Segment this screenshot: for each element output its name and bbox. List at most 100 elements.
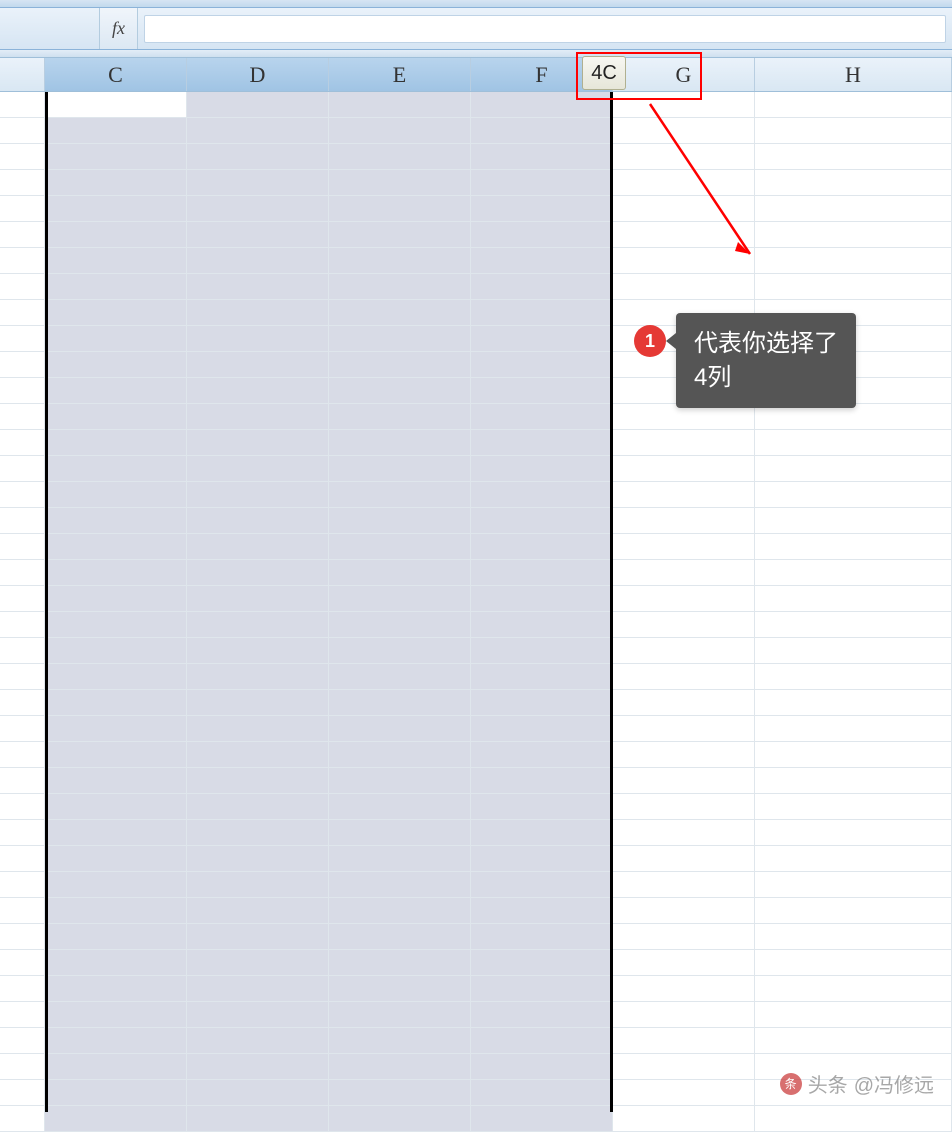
cell[interactable]: [329, 924, 471, 950]
cell[interactable]: [613, 950, 755, 976]
cell[interactable]: [0, 222, 45, 248]
cell[interactable]: [0, 430, 45, 456]
cell[interactable]: [187, 1054, 329, 1080]
cell[interactable]: [471, 92, 613, 118]
cell[interactable]: [187, 1080, 329, 1106]
cell[interactable]: [187, 404, 329, 430]
cell[interactable]: [0, 118, 45, 144]
cell[interactable]: [0, 1106, 45, 1132]
cell[interactable]: [471, 118, 613, 144]
cell[interactable]: [0, 534, 45, 560]
cell[interactable]: [45, 170, 187, 196]
cell[interactable]: [0, 846, 45, 872]
cell[interactable]: [0, 248, 45, 274]
cell[interactable]: [187, 794, 329, 820]
cell[interactable]: [613, 430, 755, 456]
cell[interactable]: [329, 638, 471, 664]
cell[interactable]: [0, 1028, 45, 1054]
cell[interactable]: [45, 924, 187, 950]
cell[interactable]: [471, 404, 613, 430]
cell[interactable]: [329, 1028, 471, 1054]
cell[interactable]: [187, 820, 329, 846]
cell[interactable]: [471, 300, 613, 326]
cell[interactable]: [0, 378, 45, 404]
cell[interactable]: [471, 456, 613, 482]
cell[interactable]: [0, 794, 45, 820]
cell[interactable]: [613, 456, 755, 482]
cell[interactable]: [755, 508, 952, 534]
cell[interactable]: [0, 456, 45, 482]
cell[interactable]: [613, 612, 755, 638]
cell[interactable]: [45, 118, 187, 144]
cell[interactable]: [471, 248, 613, 274]
cell[interactable]: [329, 274, 471, 300]
cell[interactable]: [471, 872, 613, 898]
cell[interactable]: [187, 924, 329, 950]
column-header-E[interactable]: E: [329, 58, 471, 91]
cell[interactable]: [187, 1002, 329, 1028]
cell[interactable]: [45, 1002, 187, 1028]
formula-input[interactable]: [144, 15, 946, 43]
cell[interactable]: [755, 560, 952, 586]
cell[interactable]: [329, 872, 471, 898]
cell[interactable]: [0, 170, 45, 196]
cell[interactable]: [471, 144, 613, 170]
cell[interactable]: [471, 352, 613, 378]
cell[interactable]: [187, 326, 329, 352]
cell[interactable]: [471, 664, 613, 690]
cell[interactable]: [755, 456, 952, 482]
cell[interactable]: [613, 664, 755, 690]
cell[interactable]: [329, 898, 471, 924]
cell[interactable]: [0, 664, 45, 690]
cell[interactable]: [471, 378, 613, 404]
cell[interactable]: [187, 846, 329, 872]
cell[interactable]: [613, 560, 755, 586]
cell[interactable]: [755, 274, 952, 300]
cell[interactable]: [187, 144, 329, 170]
cell[interactable]: [45, 794, 187, 820]
cell[interactable]: [45, 976, 187, 1002]
cell[interactable]: [755, 820, 952, 846]
cell[interactable]: [0, 950, 45, 976]
cell[interactable]: [0, 560, 45, 586]
cell[interactable]: [45, 664, 187, 690]
cell[interactable]: [45, 846, 187, 872]
cell[interactable]: [0, 352, 45, 378]
cell[interactable]: [45, 872, 187, 898]
cell[interactable]: [187, 352, 329, 378]
cell[interactable]: [329, 768, 471, 794]
cell[interactable]: [471, 170, 613, 196]
cell[interactable]: [187, 482, 329, 508]
cell[interactable]: [0, 690, 45, 716]
cell[interactable]: [0, 612, 45, 638]
cell[interactable]: [0, 872, 45, 898]
cell[interactable]: [613, 742, 755, 768]
cell[interactable]: [613, 248, 755, 274]
cell[interactable]: [45, 560, 187, 586]
cell[interactable]: [755, 430, 952, 456]
cell[interactable]: [45, 196, 187, 222]
cell[interactable]: [755, 170, 952, 196]
cell[interactable]: [45, 144, 187, 170]
cell[interactable]: [613, 976, 755, 1002]
cell[interactable]: [471, 976, 613, 1002]
cell[interactable]: [613, 1080, 755, 1106]
cell[interactable]: [329, 352, 471, 378]
cell[interactable]: [187, 716, 329, 742]
cell[interactable]: [329, 950, 471, 976]
cell[interactable]: [613, 274, 755, 300]
cell[interactable]: [329, 690, 471, 716]
cell[interactable]: [613, 846, 755, 872]
cell[interactable]: [187, 1106, 329, 1132]
cell[interactable]: [187, 92, 329, 118]
cell[interactable]: [45, 274, 187, 300]
cell[interactable]: [187, 274, 329, 300]
cell[interactable]: [0, 274, 45, 300]
cell[interactable]: [0, 768, 45, 794]
cell[interactable]: [45, 222, 187, 248]
cell[interactable]: [613, 872, 755, 898]
cell[interactable]: [45, 768, 187, 794]
cell[interactable]: [187, 300, 329, 326]
cell[interactable]: [471, 950, 613, 976]
cell[interactable]: [755, 872, 952, 898]
